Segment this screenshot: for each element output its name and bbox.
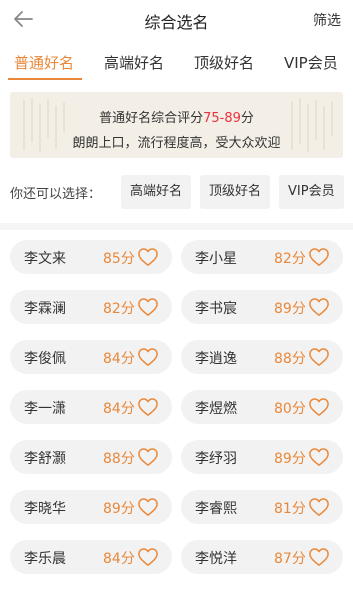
name-card[interactable]: 李睿熙 81分	[181, 490, 343, 524]
heart-icon[interactable]	[308, 247, 330, 267]
heart-icon[interactable]	[137, 247, 159, 267]
name-card[interactable]: 李霖澜 82分	[10, 290, 172, 324]
name-card[interactable]: 李煜燃 80分	[181, 390, 343, 424]
filter-button[interactable]: 筛选	[313, 10, 341, 30]
name-score: 80分	[274, 401, 306, 417]
tab-vip-member[interactable]: VIP会员	[284, 52, 338, 73]
name-card[interactable]: 李逍逸 88分	[181, 340, 343, 374]
heart-icon[interactable]	[308, 547, 330, 567]
name-text: 李逍逸	[195, 351, 237, 367]
name-card[interactable]: 李俊佩 84分	[10, 340, 172, 374]
heart-icon[interactable]	[137, 547, 159, 567]
name-text: 李俊佩	[24, 351, 66, 367]
name-text: 李文来	[24, 251, 66, 267]
option-top-names[interactable]: 顶级好名	[200, 175, 271, 209]
option-vip-member[interactable]: VIP会员	[279, 175, 344, 209]
choose-label: 你还可以选择：	[10, 187, 102, 202]
name-text: 李煜燃	[195, 401, 237, 417]
banner-score-unit: 分	[240, 111, 254, 126]
tab-normal-names[interactable]: 普通好名	[14, 52, 74, 73]
heart-icon[interactable]	[137, 347, 159, 367]
name-card[interactable]: 李纾羽 89分	[181, 440, 343, 474]
top-bar: 综合选名 筛选	[0, 0, 353, 40]
option-premium-names[interactable]: 高端好名	[121, 175, 192, 209]
heart-icon[interactable]	[308, 397, 330, 417]
name-text: 李舒灏	[24, 451, 66, 467]
name-card[interactable]: 李悦洋 87分	[181, 540, 343, 574]
name-card[interactable]: 李晓华 89分	[10, 490, 172, 524]
active-tab-indicator	[8, 78, 82, 80]
name-score: 84分	[103, 401, 135, 417]
name-text: 李小星	[195, 251, 237, 267]
name-score: 89分	[274, 301, 306, 317]
name-text: 李晓华	[24, 501, 66, 517]
name-card[interactable]: 李小星 82分	[181, 240, 343, 274]
name-text: 李纾羽	[195, 451, 237, 467]
name-score: 89分	[103, 501, 135, 517]
name-score: 84分	[103, 351, 135, 367]
heart-icon[interactable]	[137, 397, 159, 417]
name-score: 89分	[274, 451, 306, 467]
heart-icon[interactable]	[308, 297, 330, 317]
name-card[interactable]: 李文来 85分	[10, 240, 172, 274]
score-range: 75-89	[203, 111, 241, 126]
heart-icon[interactable]	[308, 497, 330, 517]
heart-icon[interactable]	[308, 347, 330, 367]
name-score: 82分	[103, 301, 135, 317]
tab-premium-names[interactable]: 高端好名	[104, 52, 164, 73]
tab-top-names[interactable]: 顶级好名	[194, 52, 254, 73]
heart-icon[interactable]	[137, 447, 159, 467]
heart-icon[interactable]	[308, 447, 330, 467]
banner-score-text: 普通好名综合评分	[99, 111, 204, 126]
name-text: 李霖澜	[24, 301, 66, 317]
name-score: 85分	[103, 251, 135, 267]
name-card[interactable]: 李舒灏 88分	[10, 440, 172, 474]
name-score: 81分	[274, 501, 306, 517]
heart-icon[interactable]	[137, 497, 159, 517]
name-text: 李一潇	[24, 401, 66, 417]
name-card[interactable]: 李乐晨 84分	[10, 540, 172, 574]
name-text: 李乐晨	[24, 551, 66, 567]
name-score: 82分	[274, 251, 306, 267]
section-divider	[0, 223, 353, 230]
page-title: 综合选名	[144, 13, 209, 32]
name-card[interactable]: 李书宸 89分	[181, 290, 343, 324]
banner-description: 朗朗上口，流行程度高，受大众欢迎	[72, 136, 281, 151]
name-text: 李睿熙	[195, 501, 237, 517]
name-score: 88分	[103, 451, 135, 467]
name-card[interactable]: 李一潇 84分	[10, 390, 172, 424]
name-score: 84分	[103, 551, 135, 567]
heart-icon[interactable]	[137, 297, 159, 317]
info-banner: 普通好名综合评分75-89分 朗朗上口，流行程度高，受大众欢迎	[10, 92, 343, 158]
name-text: 李书宸	[195, 301, 237, 317]
name-score: 87分	[274, 551, 306, 567]
name-text: 李悦洋	[195, 551, 237, 567]
tab-bar: 普通好名 高端好名 顶级好名 VIP会员	[0, 44, 353, 80]
name-score: 88分	[274, 351, 306, 367]
